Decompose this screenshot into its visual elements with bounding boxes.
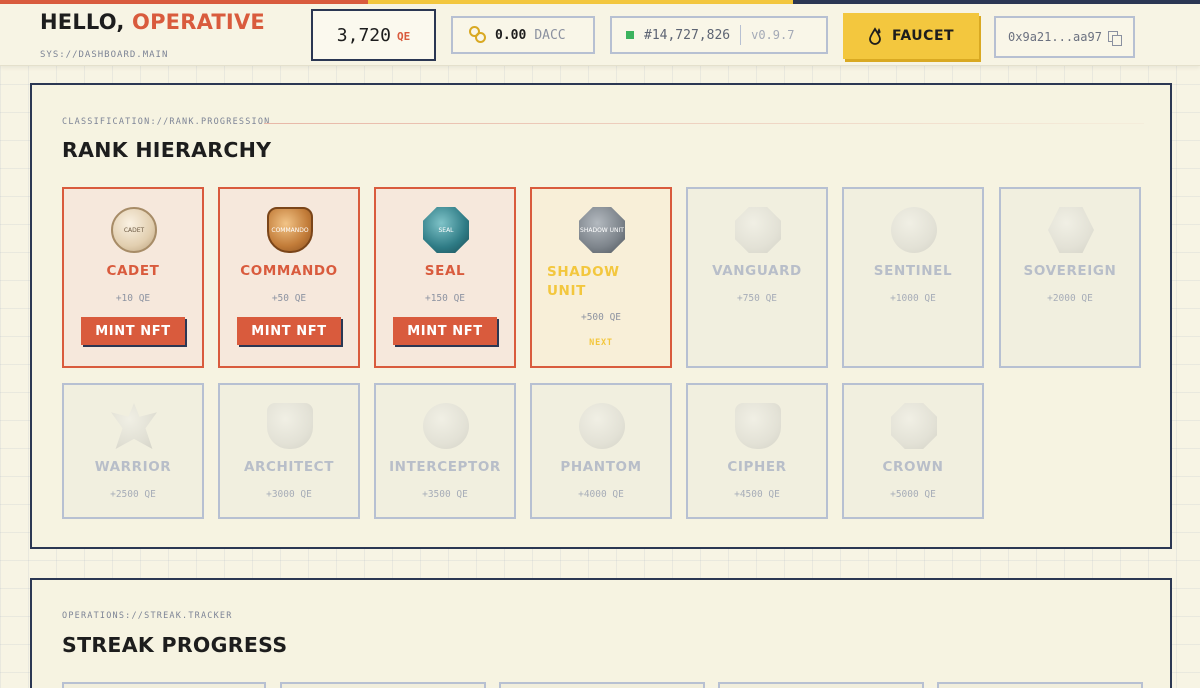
rank-points: +2000 QE xyxy=(1047,293,1093,304)
rank-hierarchy-panel: CLASSIFICATION://RANK.PROGRESSION RANK H… xyxy=(30,83,1172,549)
streak-card xyxy=(499,682,705,688)
points-value: 3,720 xyxy=(336,24,391,46)
interceptor-badge-icon xyxy=(423,403,469,449)
badge-text: SHADOW UNIT xyxy=(580,226,624,234)
mint-nft-button[interactable]: MINT NFT xyxy=(81,317,185,345)
divider xyxy=(740,25,742,45)
droplet-icon xyxy=(869,27,881,45)
points-unit: QE xyxy=(396,30,411,43)
rank-points: +10 QE xyxy=(115,293,151,304)
status-dot-icon xyxy=(626,31,634,39)
network-status: #14,727,826 v0.9.7 xyxy=(610,16,828,54)
greeting-text: HELLO, xyxy=(40,10,125,34)
rank-card-sentinel: SENTINEL +1000 QE xyxy=(842,187,984,368)
rank-card-phantom: PHANTOM +4000 QE xyxy=(530,383,672,519)
wallet-address-text: 0x9a21...aa97 xyxy=(1008,30,1102,44)
rank-name: CROWN xyxy=(882,459,944,475)
rank-points: +150 QE xyxy=(424,293,466,304)
sentinel-badge-icon xyxy=(891,207,937,253)
cipher-badge-icon xyxy=(735,403,781,449)
rank-name: SOVEREIGN xyxy=(1023,263,1117,279)
rank-card-shadow-unit: SHADOW UNIT SHADOW UNIT +500 QE NEXT xyxy=(530,187,672,368)
rank-name: COMMANDO xyxy=(240,263,338,279)
streak-card xyxy=(937,682,1143,688)
rank-card-warrior: WARRIOR +2500 QE xyxy=(62,383,204,519)
block-number: #14,727,826 xyxy=(644,27,731,43)
points-balance: 3,720 QE xyxy=(311,9,436,61)
rank-points: +500 QE xyxy=(580,312,622,323)
streak-progress-title: STREAK PROGRESS xyxy=(62,633,288,657)
app-version: v0.9.7 xyxy=(751,28,795,42)
rank-card-cipher: CIPHER +4500 QE xyxy=(686,383,828,519)
rank-name: ARCHITECT xyxy=(243,459,335,475)
rank-name: CADET xyxy=(106,263,160,279)
commando-badge-icon: COMMANDO xyxy=(267,207,313,253)
system-path: SYS://DASHBOARD.MAIN xyxy=(40,50,169,60)
phantom-badge-icon xyxy=(579,403,625,449)
dacc-value: 0.00 xyxy=(495,27,527,43)
vanguard-badge-icon xyxy=(735,207,781,253)
cadet-badge-icon: CADET xyxy=(111,207,157,253)
sovereign-badge-icon xyxy=(1048,207,1094,253)
seal-badge-icon: SEAL xyxy=(423,207,469,253)
rank-hierarchy-title: RANK HIERARCHY xyxy=(62,138,272,162)
rank-points: +50 QE xyxy=(271,293,307,304)
rank-points: +750 QE xyxy=(736,293,778,304)
top-header: HELLO, OPERATIVE SYS://DASHBOARD.MAIN 3,… xyxy=(0,4,1200,66)
rank-name: SEAL xyxy=(424,263,466,279)
rank-points: +4000 QE xyxy=(578,489,624,500)
coins-icon xyxy=(469,26,487,44)
badge-text: CADET xyxy=(123,226,145,234)
mint-nft-button[interactable]: MINT NFT xyxy=(237,317,341,345)
wallet-address[interactable]: 0x9a21...aa97 xyxy=(994,16,1135,58)
next-rank-tag: NEXT xyxy=(589,338,613,348)
rank-name: INTERCEPTOR xyxy=(389,459,501,475)
rank-card-cadet: CADET CADET +10 QE MINT NFT xyxy=(62,187,204,368)
architect-badge-icon xyxy=(267,403,313,449)
rank-points: +1000 QE xyxy=(890,293,936,304)
badge-text: SEAL xyxy=(438,226,454,234)
faucet-button[interactable]: FAUCET xyxy=(843,13,979,59)
copy-icon[interactable] xyxy=(1107,30,1122,46)
streak-card xyxy=(718,682,924,688)
rank-card-vanguard: VANGUARD +750 QE xyxy=(686,187,828,368)
rank-card-seal: SEAL SEAL +150 QE MINT NFT xyxy=(374,187,516,368)
rank-card-architect: ARCHITECT +3000 QE xyxy=(218,383,360,519)
rank-points: +3000 QE xyxy=(266,489,312,500)
rank-points: +4500 QE xyxy=(734,489,780,500)
badge-text: COMMANDO xyxy=(271,226,309,234)
rank-points: +3500 QE xyxy=(422,489,468,500)
rank-name: SENTINEL xyxy=(873,263,953,279)
streak-progress-panel: OPERATIONS://STREAK.TRACKER STREAK PROGR… xyxy=(30,578,1172,688)
streak-card xyxy=(280,682,486,688)
streak-classification: OPERATIONS://STREAK.TRACKER xyxy=(62,611,233,621)
dacc-balance: 0.00 DACC xyxy=(451,16,595,54)
rank-card-commando: COMMANDO COMMANDO +50 QE MINT NFT xyxy=(218,187,360,368)
warrior-badge-icon xyxy=(111,403,157,449)
greeting-title: HELLO, OPERATIVE xyxy=(40,10,265,34)
rank-card-interceptor: INTERCEPTOR +3500 QE xyxy=(374,383,516,519)
streak-card xyxy=(62,682,266,688)
user-name: OPERATIVE xyxy=(132,10,265,34)
rank-points: +2500 QE xyxy=(110,489,156,500)
rank-name: VANGUARD xyxy=(712,263,802,279)
classification-divider xyxy=(264,123,1144,124)
rank-card-crown: CROWN +5000 QE xyxy=(842,383,984,519)
faucet-label: FAUCET xyxy=(891,28,955,44)
shadow-unit-badge-icon: SHADOW UNIT xyxy=(579,207,625,253)
rank-card-sovereign: SOVEREIGN +2000 QE xyxy=(999,187,1141,368)
rank-name: WARRIOR xyxy=(94,459,172,475)
mint-nft-button[interactable]: MINT NFT xyxy=(393,317,497,345)
dacc-unit: DACC xyxy=(534,27,566,43)
crown-badge-icon xyxy=(891,403,937,449)
rank-name: PHANTOM xyxy=(560,459,642,475)
rank-points: +5000 QE xyxy=(890,489,936,500)
rank-name: SHADOW UNIT xyxy=(547,264,620,299)
rank-name: CIPHER xyxy=(727,459,787,475)
rank-classification: CLASSIFICATION://RANK.PROGRESSION xyxy=(62,117,271,127)
